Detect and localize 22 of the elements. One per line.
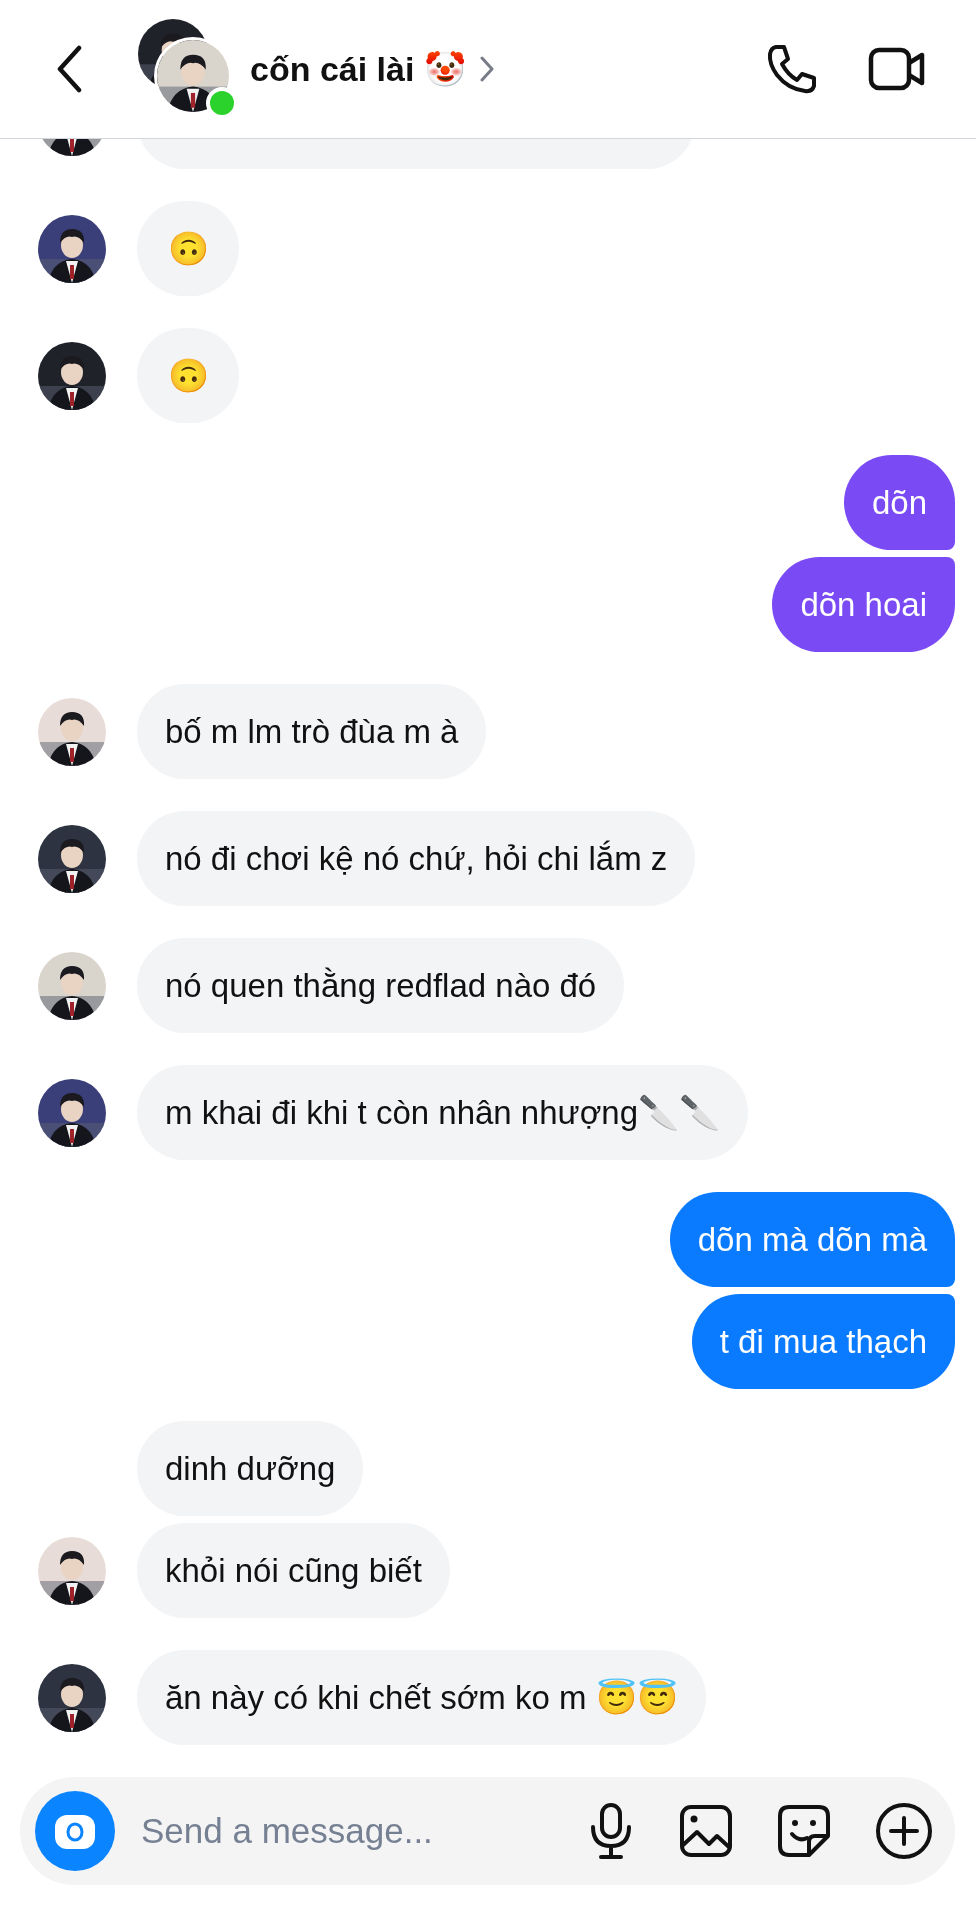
phone-icon[interactable]: [766, 43, 818, 95]
message-bubble: dõn: [843, 455, 955, 550]
chevron-icon: [479, 56, 494, 82]
message-bubble: nó đi chơi kệ nó chứ, hỏi chi lắm z: [137, 811, 696, 906]
message-input[interactable]: Send a message...: [139, 1810, 543, 1852]
message-bubble: t đi mua thạch: [691, 1294, 955, 1389]
contact-name[interactable]: cốn cái lài 🤡: [250, 49, 466, 89]
message-bubble: bố m lm trò đùa m à: [137, 684, 487, 779]
message-bubble: dõn mà dõn mà: [669, 1192, 955, 1287]
message-bubble: m khai đi khi t còn nhân nhượng🔪🔪: [137, 1065, 748, 1160]
message-bubble: khỏi nói cũng biết: [137, 1523, 450, 1618]
image-icon[interactable]: [679, 1804, 733, 1858]
camera-button[interactable]: [35, 1791, 115, 1871]
emoji-message: 🙃: [137, 328, 239, 423]
emoji-message: 🙃: [137, 201, 239, 296]
video-call-icon[interactable]: [868, 47, 926, 91]
message-bubble: dõn hoai: [772, 557, 955, 652]
message-bubble: dinh dưỡng: [137, 1421, 364, 1516]
message-bubble: ăn này có khi chết sớm ko m 😇😇: [137, 1650, 706, 1745]
message-bubble: nó quen thằng redflad nào đó: [137, 938, 625, 1033]
sticker-icon[interactable]: [777, 1804, 831, 1858]
add-icon[interactable]: [875, 1802, 933, 1860]
